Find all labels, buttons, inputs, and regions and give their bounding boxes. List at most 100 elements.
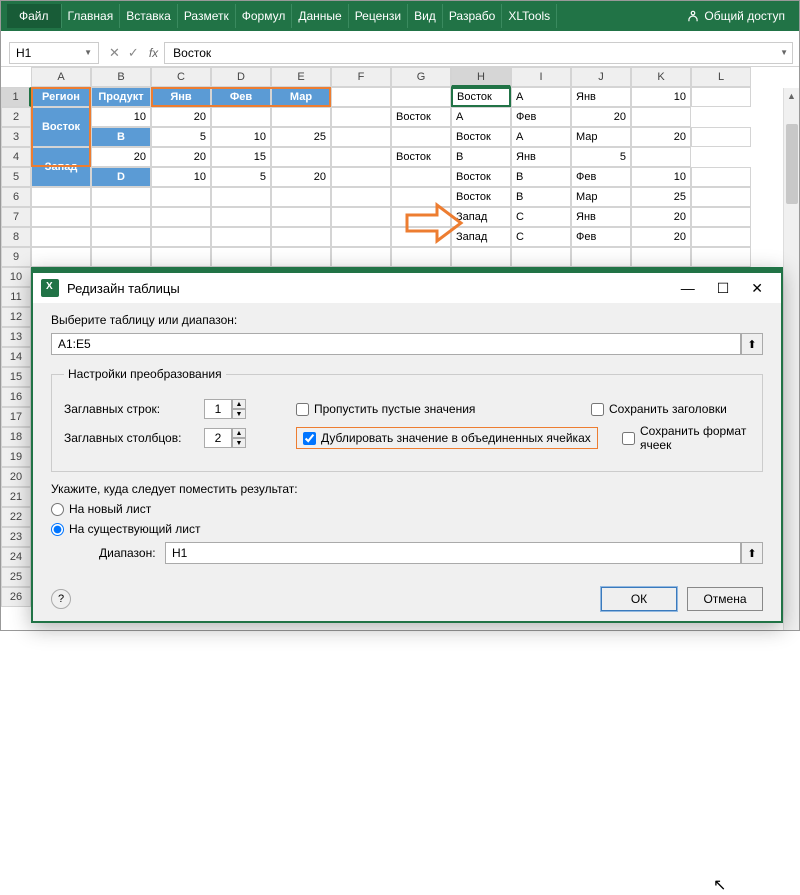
row-header[interactable]: 8: [1, 227, 31, 247]
row-header[interactable]: 21: [1, 487, 31, 507]
row-header[interactable]: 2: [1, 107, 31, 127]
col-header[interactable]: J: [571, 67, 631, 87]
cell[interactable]: 20: [151, 147, 211, 167]
tab-review[interactable]: Рецензи: [349, 4, 408, 28]
row-header[interactable]: 16: [1, 387, 31, 407]
tab-layout[interactable]: Разметк: [178, 4, 236, 28]
cell[interactable]: [691, 167, 751, 187]
new-sheet-radio[interactable]: На новый лист: [51, 502, 763, 516]
cell[interactable]: Фев: [571, 167, 631, 187]
row-header[interactable]: 25: [1, 567, 31, 587]
cell[interactable]: B: [511, 187, 571, 207]
cell[interactable]: 20: [631, 207, 691, 227]
tab-view[interactable]: Вид: [408, 4, 443, 28]
accept-formula-icon[interactable]: ✓: [128, 45, 139, 61]
tab-xltools[interactable]: XLTools: [502, 4, 557, 28]
tab-formulas[interactable]: Формул: [236, 4, 293, 28]
tab-insert[interactable]: Вставка: [120, 4, 178, 28]
cell[interactable]: Мар: [571, 127, 631, 147]
cell[interactable]: [151, 247, 211, 267]
cell[interactable]: [391, 127, 451, 147]
cell[interactable]: Янв: [511, 147, 571, 167]
row-header[interactable]: 7: [1, 207, 31, 227]
skip-empty-checkbox[interactable]: Пропустить пустые значения: [296, 402, 475, 416]
row-header[interactable]: 22: [1, 507, 31, 527]
row-header[interactable]: 26: [1, 587, 31, 607]
row-header[interactable]: 13: [1, 327, 31, 347]
cell[interactable]: 10: [151, 167, 211, 187]
cell[interactable]: Восток: [451, 127, 511, 147]
col-header[interactable]: H: [451, 67, 511, 87]
row-header[interactable]: 14: [1, 347, 31, 367]
name-box[interactable]: H1▼: [9, 42, 99, 64]
row-header[interactable]: 20: [1, 467, 31, 487]
range-picker-button[interactable]: ⬆: [741, 542, 763, 564]
cell[interactable]: Восток: [391, 107, 451, 127]
cell[interactable]: A: [511, 127, 571, 147]
cancel-formula-icon[interactable]: ✕: [109, 45, 120, 61]
cell[interactable]: 20: [271, 167, 331, 187]
cell[interactable]: [691, 187, 751, 207]
range-picker-button[interactable]: ⬆: [741, 333, 763, 355]
row-header[interactable]: 1: [1, 87, 31, 107]
row-header[interactable]: 6: [1, 187, 31, 207]
cell[interactable]: [91, 187, 151, 207]
row-header[interactable]: 18: [1, 427, 31, 447]
cell[interactable]: [631, 107, 691, 127]
cell[interactable]: C: [511, 227, 571, 247]
cell[interactable]: [391, 167, 451, 187]
cell[interactable]: [331, 127, 391, 147]
cell[interactable]: [331, 167, 391, 187]
merged-cell[interactable]: Запад: [31, 147, 91, 187]
cell[interactable]: [31, 247, 91, 267]
cell[interactable]: Мар: [271, 87, 331, 107]
cell[interactable]: Янв: [151, 87, 211, 107]
cell[interactable]: Фев: [511, 107, 571, 127]
cell[interactable]: 15: [211, 147, 271, 167]
cell[interactable]: Продукт: [91, 87, 151, 107]
header-cols-spinner[interactable]: ▲▼: [204, 428, 246, 448]
cell[interactable]: [91, 227, 151, 247]
cell[interactable]: [211, 187, 271, 207]
row-header[interactable]: 12: [1, 307, 31, 327]
cell[interactable]: [691, 87, 751, 107]
header-rows-spinner[interactable]: ▲▼: [204, 399, 246, 419]
cell[interactable]: 10: [631, 87, 691, 107]
dest-range-input[interactable]: [165, 542, 741, 564]
share-button[interactable]: Общий доступ: [678, 4, 793, 28]
cell[interactable]: D: [91, 167, 151, 187]
cell[interactable]: Фев: [571, 227, 631, 247]
cell[interactable]: [331, 147, 391, 167]
cell[interactable]: [271, 207, 331, 227]
cancel-button[interactable]: Отмена: [687, 587, 763, 611]
row-header[interactable]: 11: [1, 287, 31, 307]
cell[interactable]: B: [451, 147, 511, 167]
cell[interactable]: Восток: [391, 147, 451, 167]
row-header[interactable]: 4: [1, 147, 31, 167]
cell[interactable]: 20: [631, 227, 691, 247]
cell[interactable]: Мар: [571, 187, 631, 207]
tab-data[interactable]: Данные: [292, 4, 348, 28]
cell[interactable]: [271, 227, 331, 247]
tab-developer[interactable]: Разрабо: [443, 4, 503, 28]
cell[interactable]: [571, 247, 631, 267]
cell[interactable]: 20: [91, 147, 151, 167]
cell[interactable]: A: [511, 87, 571, 107]
cell[interactable]: Янв: [571, 207, 631, 227]
col-header[interactable]: G: [391, 67, 451, 87]
cell[interactable]: [691, 247, 751, 267]
cell[interactable]: 25: [271, 127, 331, 147]
col-header[interactable]: I: [511, 67, 571, 87]
maximize-button[interactable]: ☐: [717, 280, 730, 297]
duplicate-merged-checkbox[interactable]: Дублировать значение в объединенных ячей…: [296, 427, 598, 449]
row-header[interactable]: 9: [1, 247, 31, 267]
cell[interactable]: [151, 227, 211, 247]
cell[interactable]: [331, 207, 391, 227]
cell[interactable]: B: [91, 127, 151, 147]
cell[interactable]: [331, 107, 391, 127]
cell[interactable]: 5: [211, 167, 271, 187]
tab-home[interactable]: Главная: [62, 4, 121, 28]
cell[interactable]: [31, 187, 91, 207]
cell[interactable]: [691, 127, 751, 147]
cell[interactable]: [211, 227, 271, 247]
